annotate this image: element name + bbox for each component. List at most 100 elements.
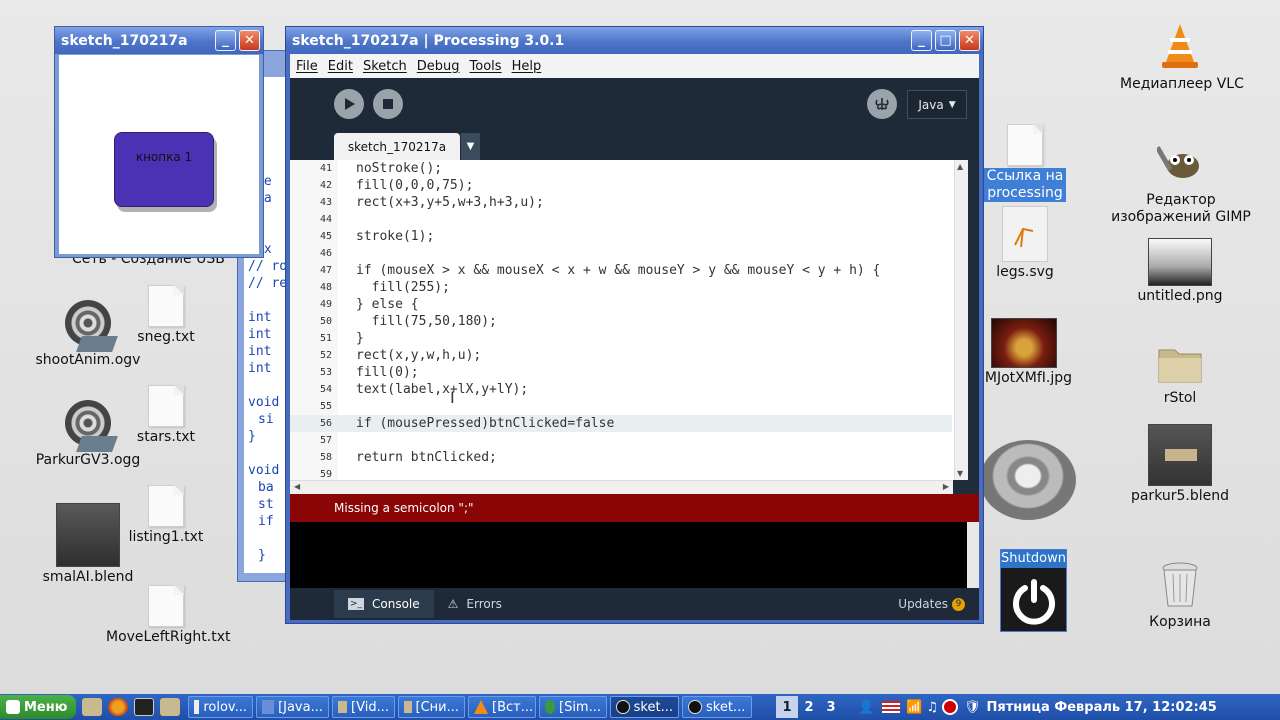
errors-tab[interactable]: ⚠ Errors [434,590,516,618]
scroll-right-icon[interactable]: ▶ [943,482,949,491]
code-line[interactable]: 52 rect(x,y,w,h,u); [290,347,952,364]
sneg-txt-icon[interactable]: sneg.txt [106,285,226,346]
code-line[interactable]: 41 noStroke(); [290,160,952,177]
stars-txt-icon[interactable]: stars.txt [106,385,226,446]
code-line[interactable]: 56 if (mousePressed)btnClicked=false [290,415,952,432]
debugger-button[interactable] [867,89,897,119]
code-line[interactable]: 57 [290,432,952,449]
task-sim[interactable]: [Sim... [539,696,607,718]
listing1-txt-icon[interactable]: listing1.txt [106,485,226,546]
minimize-button[interactable]: _ [215,30,236,51]
ide-toolbar: Java ▼ [290,78,979,133]
ide-titlebar[interactable]: sketch_170217a | Processing 3.0.1 _ □ ✕ [286,27,983,54]
code-line[interactable]: 48 fill(255); [290,279,952,296]
updates-button[interactable]: Updates 9 [884,590,979,618]
code-line[interactable]: 43 rect(x+3,y+5,w+3,h+3,u); [290,194,952,211]
tab-menu-button[interactable]: ▼ [461,133,480,160]
start-menu-button[interactable]: Меню [0,695,76,719]
code-editor[interactable]: 41 noStroke(); 42 fill(0,0,0,75); 43 rect(x+3… [290,160,968,480]
run-button[interactable] [334,89,364,119]
scroll-up-icon[interactable]: ▲ [957,162,963,171]
network-icon[interactable]: 📶 [906,700,922,715]
code-line[interactable]: 50 fill(75,50,180); [290,313,952,330]
record-indicator-icon[interactable] [942,699,959,715]
task-snimki[interactable]: [Сни... [398,696,465,718]
code-line[interactable]: 54 text(label,x+lX,y+lY); [290,381,952,398]
code-line[interactable]: 42 fill(0,0,0,75); [290,177,952,194]
menu-debug[interactable]: Debug [417,59,460,74]
volume-icon[interactable]: ♫ [926,700,938,715]
keyboard-layout-icon[interactable] [882,701,901,713]
rstol-label: rStol [1163,390,1197,406]
trash-label: Корзина [1149,614,1211,630]
sketch-window-titlebar[interactable]: sketch_170217a _ ✕ [55,27,263,54]
user-icon[interactable]: 👤 [858,700,874,715]
code-line[interactable]: 44 [290,211,952,228]
task-sketch-ide[interactable]: sket... [610,696,679,718]
bg-code-line: if [258,514,274,529]
line-number: 44 [319,214,332,225]
gimp-desktop-icon[interactable]: Редактор изображений GIMP [1110,140,1252,226]
sketch-canvas[interactable]: кнопка 1 [59,55,259,254]
rstol-folder-icon[interactable]: rStol [1120,344,1240,407]
code-line[interactable]: 46 [290,245,952,262]
horizontal-scrollbar[interactable]: ◀ ▶ [290,480,953,494]
minimize-button[interactable]: _ [911,30,932,51]
terminal-launcher-icon[interactable] [134,698,154,716]
task-sketch-output[interactable]: sket... [682,696,752,718]
close-button[interactable]: ✕ [239,30,260,51]
parkur5-blend-icon[interactable]: parkur5.blend [1120,424,1240,505]
text-file-icon [148,485,184,527]
tab-sketch[interactable]: sketch_170217a [334,133,460,160]
untitled-png-icon[interactable]: untitled.png [1120,238,1240,305]
code-line[interactable]: 58 return btnClicked; [290,449,952,466]
code-line[interactable]: 51} [290,330,952,347]
close-button[interactable]: ✕ [959,30,980,51]
task-vst[interactable]: [Вст... [468,696,536,718]
clock[interactable]: Пятница Февраль 17, 12:02:45 [987,700,1217,715]
sketch-button-1[interactable]: кнопка 1 [114,132,214,207]
vlc-desktop-icon[interactable]: Медиаплеер VLC [1120,22,1244,93]
task-video[interactable]: [Vid... [332,696,395,718]
code-line[interactable]: 55 [290,398,952,415]
vertical-scrollbar[interactable]: ▲ ▼ [954,160,968,480]
code-text: stroke(1); [356,229,435,244]
console-output[interactable] [290,522,979,588]
stop-button[interactable] [373,89,403,119]
workspace-3[interactable]: 3 [820,696,842,718]
code-text: text(label,x+lX,y+lY); [356,382,529,397]
line-number: 51 [319,333,332,344]
moveleftright-txt-icon[interactable]: MoveLeftRight.txt [106,585,230,646]
task-java[interactable]: [Java... [256,696,329,718]
workspace-1[interactable]: 1 [776,696,798,718]
bg-code-line: void [248,395,280,410]
sketch-output-window[interactable]: sketch_170217a _ ✕ кнопка 1 [54,26,264,258]
scroll-down-icon[interactable]: ▼ [957,469,963,478]
menu-help[interactable]: Help [512,59,542,74]
code-line[interactable]: 53 fill(0); [290,364,952,381]
menu-file[interactable]: File [296,59,318,74]
stop-icon [383,99,393,109]
firefox-launcher-icon[interactable] [108,698,128,716]
scroll-left-icon[interactable]: ◀ [294,482,300,491]
file-manager-launcher-icon[interactable] [82,698,102,716]
processing-ide-window[interactable]: sketch_170217a | Processing 3.0.1 _ □ ✕ … [285,26,984,624]
menu-edit[interactable]: Edit [328,59,353,74]
shutdown-widget[interactable]: Shutdown [1000,549,1067,632]
console-tab[interactable]: >_ Console [334,590,434,618]
menu-tools[interactable]: Tools [470,59,502,74]
sketch-window-title: sketch_170217a [61,32,188,49]
code-line[interactable]: 45 stroke(1); [290,228,952,245]
menu-sketch[interactable]: Sketch [363,59,407,74]
console-scrollbar[interactable] [967,522,979,588]
folder-launcher-icon[interactable] [160,698,180,716]
workspace-2[interactable]: 2 [798,696,820,718]
shield-icon[interactable]: 🛡 [964,700,981,715]
task-rolov[interactable]: rolov... [188,696,253,718]
mode-selector[interactable]: Java ▼ [907,90,967,119]
code-line[interactable]: 49} else { [290,296,952,313]
code-line[interactable]: 47 if (mouseX > x && mouseX < x + w && mo… [290,262,952,279]
trash-desktop-icon[interactable]: Корзина [1120,560,1240,631]
listing1-label: listing1.txt [128,529,204,545]
maximize-button[interactable]: □ [935,30,956,51]
